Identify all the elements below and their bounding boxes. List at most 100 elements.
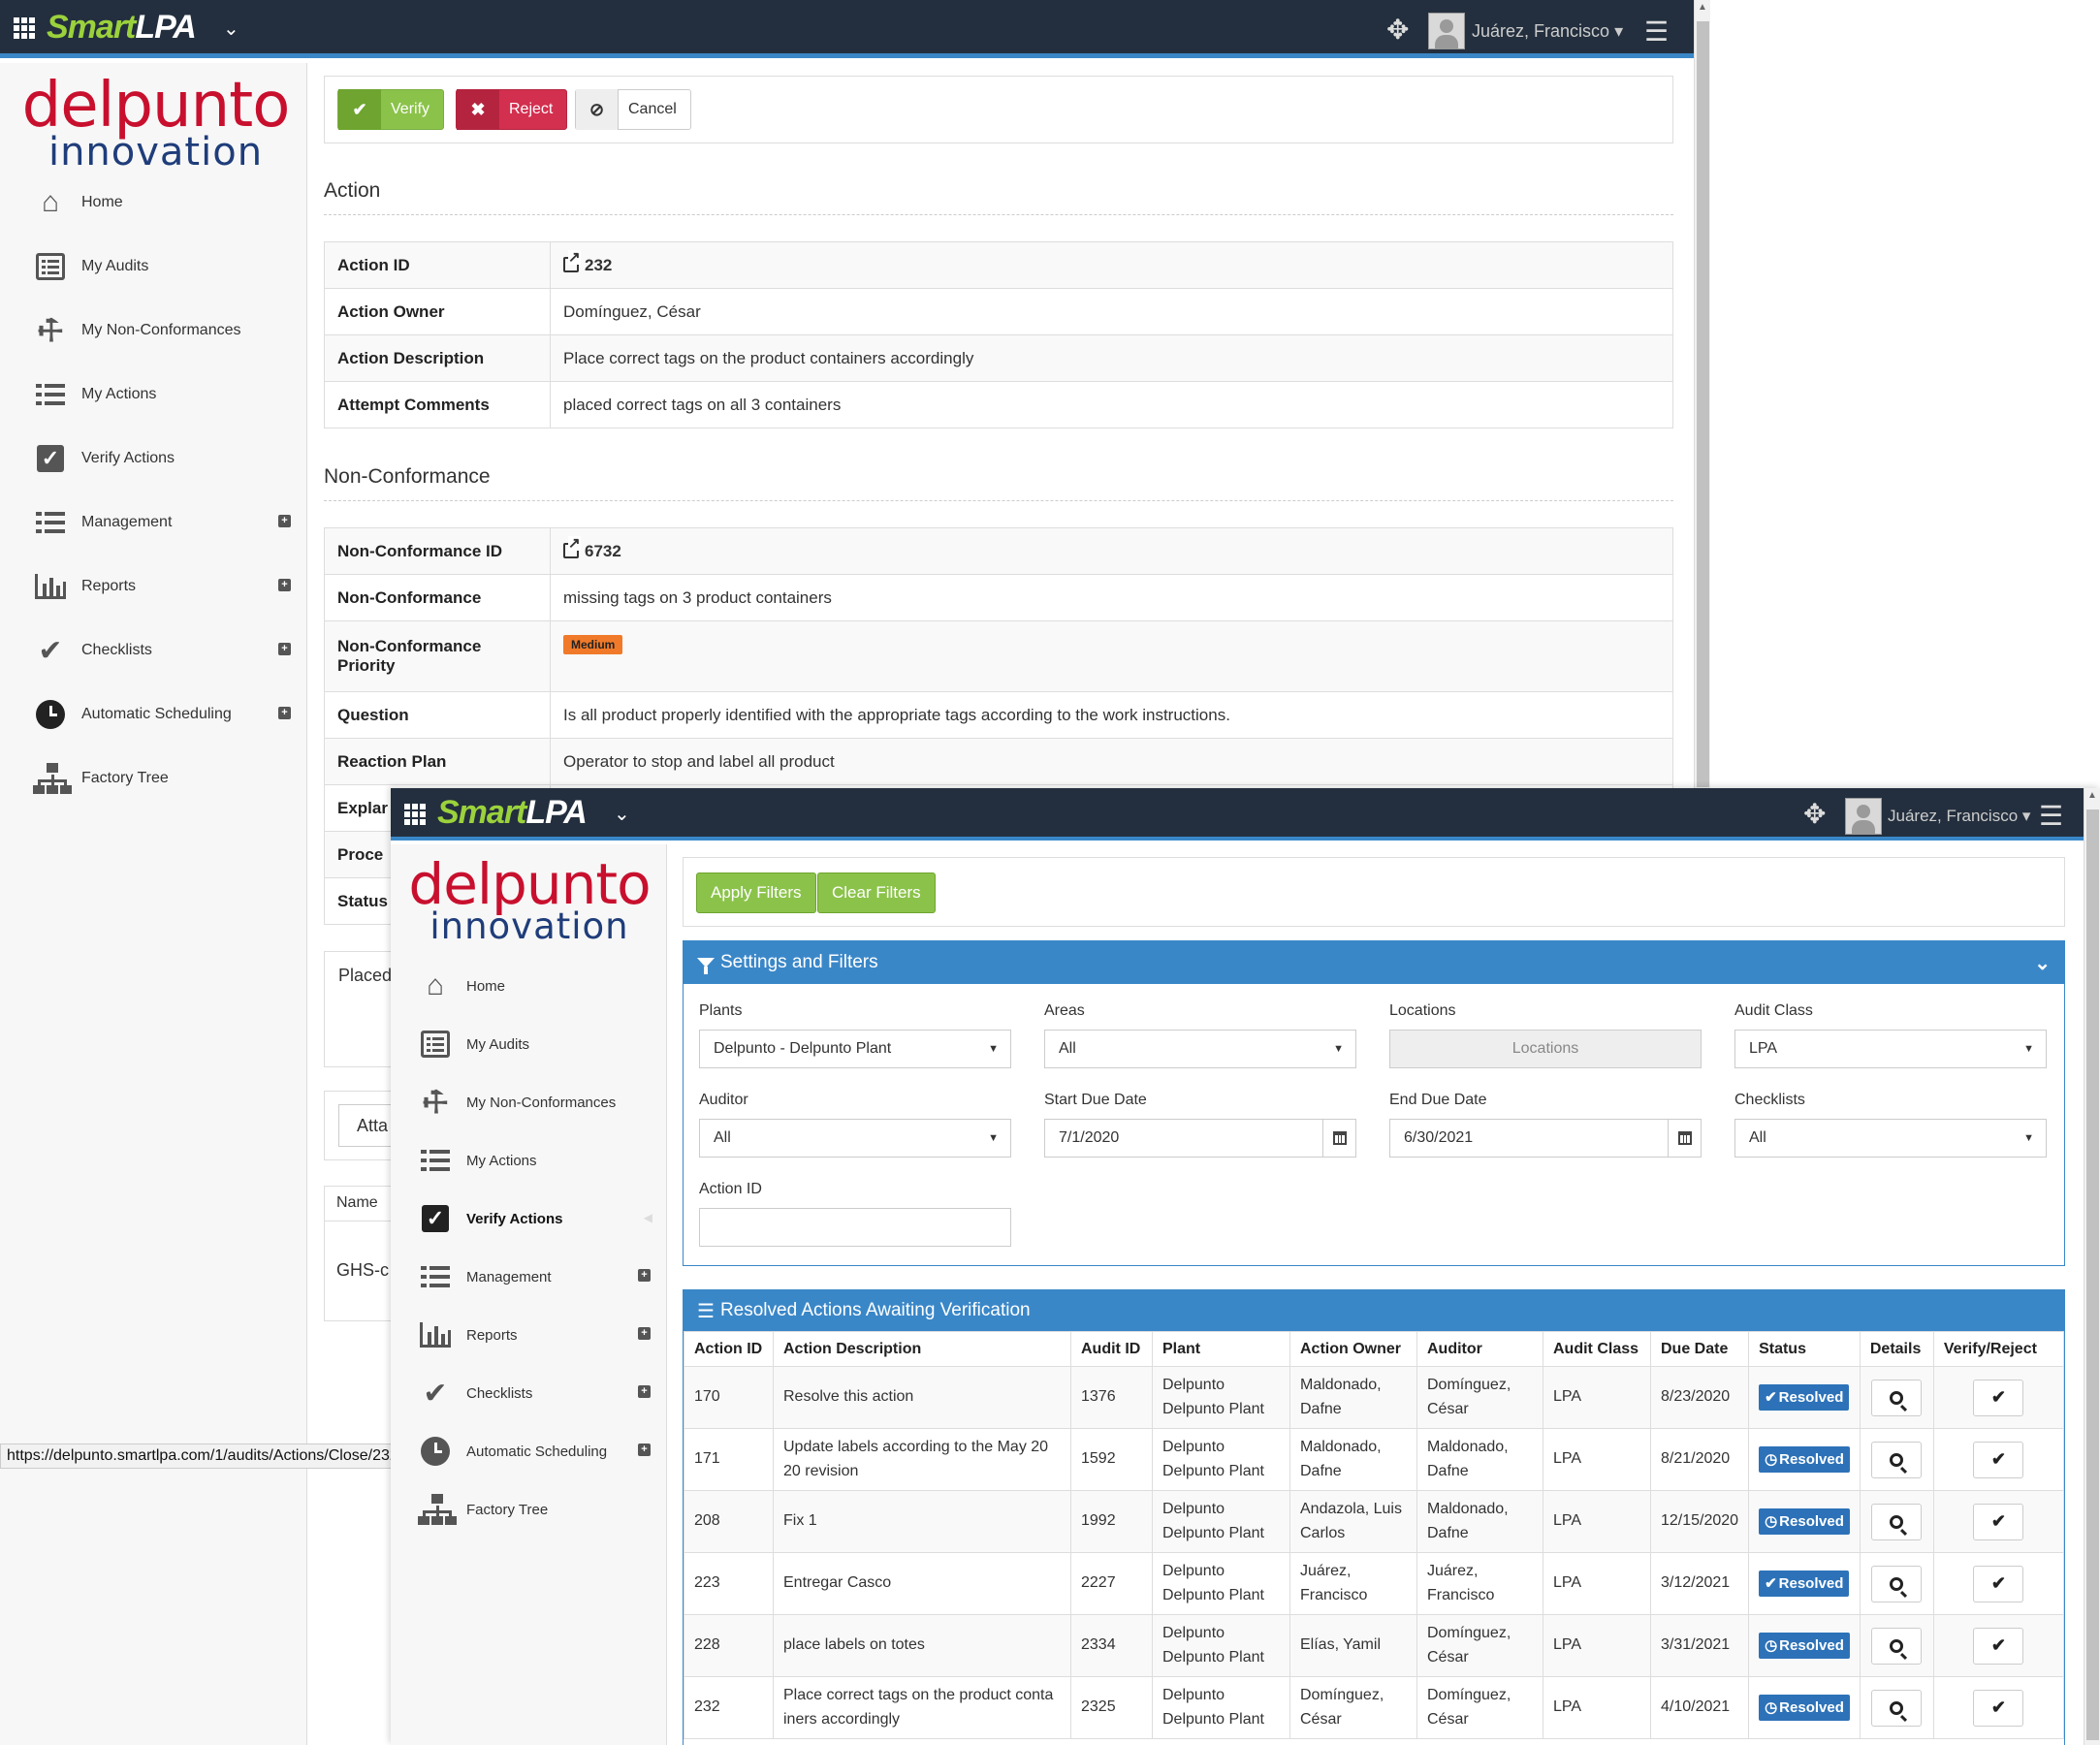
move-icon[interactable]: ✥ [1803, 798, 1826, 830]
details-button[interactable] [1871, 1503, 1923, 1540]
expand-icon[interactable]: + [278, 707, 291, 719]
details-button[interactable] [1871, 1441, 1923, 1478]
expand-icon[interactable]: + [638, 1385, 651, 1398]
col-due-date[interactable]: Due Date [1649, 1331, 1750, 1367]
sidebar-item-factory-tree[interactable]: Factory Tree [391, 1482, 666, 1537]
verify-reject-button[interactable]: ✔ [1973, 1503, 2024, 1540]
sidebar-item-checklists[interactable]: ✔ Checklists + [391, 1366, 666, 1420]
sidebar-item-management[interactable]: Management + [391, 1250, 666, 1304]
areas-select[interactable]: All ▼ [1044, 1030, 1356, 1068]
nc-id-value: 6732 [585, 541, 621, 560]
sidebar-item-my-actions[interactable]: My Actions [0, 367, 306, 422]
status-label: Resolved [1779, 1636, 1844, 1654]
panel-header[interactable]: Settings and Filters ⌄ [684, 941, 2064, 984]
calendar-icon[interactable] [1322, 1120, 1355, 1157]
verify-reject-button[interactable]: ✔ [1973, 1689, 2024, 1727]
scrollbar-thumb[interactable] [1697, 21, 1709, 787]
sidebar-item-reports[interactable]: Reports + [0, 559, 306, 614]
user-menu[interactable]: Juárez, Francisco ▾ [1888, 807, 2030, 826]
sidebar-item-home[interactable]: ⌂ Home [391, 959, 666, 1013]
app-brand[interactable]: SmartLPA [437, 794, 588, 832]
areas-value: All [1059, 1040, 1076, 1057]
start-due-date-input[interactable]: 7/1/2020 [1044, 1119, 1356, 1158]
user-menu[interactable]: Juárez, Francisco ▾ [1472, 21, 1623, 42]
scroll-up-icon[interactable]: ▲ [2087, 790, 2097, 801]
sidebar-item-automatic-scheduling[interactable]: Automatic Scheduling + [0, 687, 306, 742]
col-status[interactable]: Status [1748, 1331, 1861, 1367]
scroll-up-icon[interactable]: ▲ [1698, 2, 1707, 13]
table-row: 228 place labels on totes 2334 Delpunto Del… [684, 1614, 2065, 1677]
audit-class-select[interactable]: LPA ▼ [1734, 1030, 2047, 1068]
sidebar-item-my-audits[interactable]: My Audits [391, 1017, 666, 1071]
app-brand[interactable]: SmartLPA [47, 9, 197, 47]
sidebar-item-label: Home [466, 977, 506, 995]
file-link[interactable]: GHS-c [336, 1260, 389, 1281]
sidebar-item-reports[interactable]: Reports + [391, 1308, 666, 1362]
scrollbar[interactable]: ▲ [2084, 788, 2100, 1745]
apps-grid-icon[interactable] [14, 17, 35, 39]
col-audit-class[interactable]: Audit Class [1543, 1331, 1651, 1367]
expand-icon[interactable]: + [278, 579, 291, 591]
expand-icon[interactable]: + [278, 643, 291, 655]
sidebar-item-verify-actions[interactable]: ✓ Verify Actions ◀ [391, 1191, 666, 1246]
move-icon[interactable]: ✥ [1386, 14, 1409, 46]
cancel-button[interactable]: ⊘ Cancel [575, 89, 691, 130]
sidebar-item-my-audits[interactable]: My Audits [0, 239, 306, 294]
sidebar-item-my-actions[interactable]: My Actions [391, 1133, 666, 1188]
cell-action-id: 171 [684, 1428, 774, 1491]
verify-reject-button[interactable]: ✔ [1973, 1627, 2024, 1665]
sidebar-item-verify-actions[interactable]: ✓ Verify Actions [0, 431, 306, 486]
nc-id-link[interactable]: 6732 [550, 527, 1673, 575]
calendar-icon[interactable] [1668, 1120, 1701, 1157]
table-header-row: Action ID Action Description Audit ID Pl… [684, 1331, 2065, 1367]
verify-reject-button[interactable]: ✔ [1973, 1565, 2024, 1602]
sidebar-item-factory-tree[interactable]: Factory Tree [0, 751, 306, 806]
action-id-link[interactable]: 232 [550, 241, 1673, 289]
avatar[interactable] [1845, 798, 1882, 835]
verify-reject-button[interactable]: ✔ [1973, 1379, 2024, 1416]
apps-grid-icon[interactable] [404, 804, 426, 825]
sidebar-item-home[interactable]: ⌂ Home [0, 175, 306, 230]
details-button[interactable] [1871, 1565, 1923, 1602]
col-audit-id[interactable]: Audit ID [1070, 1331, 1153, 1367]
col-action-id[interactable]: Action ID [684, 1331, 774, 1367]
plants-select[interactable]: Delpunto - Delpunto Plant ▼ [699, 1030, 1011, 1068]
apply-filters-button[interactable]: Apply Filters [696, 872, 816, 913]
audit-class-value: LPA [1749, 1040, 1778, 1057]
sidebar-item-automatic-scheduling[interactable]: Automatic Scheduling + [391, 1424, 666, 1478]
col-action-description[interactable]: Action Description [773, 1331, 1071, 1367]
cell-verify-reject: ✔ [1932, 1676, 2065, 1739]
chevron-down-icon[interactable]: ⌄ [614, 802, 630, 826]
avatar[interactable] [1428, 13, 1465, 49]
sidebar-item-checklists[interactable]: ✔ Checklists + [0, 623, 306, 678]
sidebar-item-my-non-conformances[interactable]: ⚒ My Non-Conformances [391, 1075, 666, 1129]
expand-icon[interactable]: + [638, 1444, 651, 1456]
col-action-owner[interactable]: Action Owner [1289, 1331, 1417, 1367]
clear-filters-button[interactable]: Clear Filters [817, 872, 936, 913]
verify-reject-button[interactable]: ✔ [1973, 1441, 2024, 1478]
chevron-down-icon[interactable]: ⌄ [2034, 951, 2051, 975]
expand-icon[interactable]: + [278, 515, 291, 527]
auditor-select[interactable]: All ▼ [699, 1119, 1011, 1158]
col-auditor[interactable]: Auditor [1416, 1331, 1543, 1367]
chevron-down-icon[interactable]: ⌄ [223, 16, 239, 41]
expand-icon[interactable]: + [638, 1269, 651, 1282]
clock-icon: ◷ [1765, 1698, 1778, 1716]
verify-button[interactable]: ✔ Verify [337, 89, 445, 130]
hamburger-menu-icon[interactable]: ☰ [2039, 800, 2063, 832]
action-id-input[interactable] [699, 1208, 1011, 1247]
details-button[interactable] [1871, 1379, 1923, 1416]
sidebar-item-management[interactable]: Management + [0, 495, 306, 550]
reject-button[interactable]: ✖ Reject [456, 89, 568, 130]
caret-down-icon: ▼ [2023, 1132, 2034, 1144]
details-button[interactable] [1871, 1689, 1923, 1727]
checklists-select[interactable]: All ▼ [1734, 1119, 2047, 1158]
details-button[interactable] [1871, 1627, 1923, 1665]
col-plant[interactable]: Plant [1152, 1331, 1290, 1367]
end-due-date-input[interactable]: 6/30/2021 [1389, 1119, 1702, 1158]
sidebar-item-label: Reports [81, 578, 137, 594]
hamburger-menu-icon[interactable]: ☰ [1644, 16, 1669, 48]
expand-icon[interactable]: + [638, 1327, 651, 1340]
sidebar-item-my-non-conformances[interactable]: ⚒ My Non-Conformances [0, 303, 306, 358]
scrollbar-thumb[interactable] [2086, 809, 2099, 1740]
